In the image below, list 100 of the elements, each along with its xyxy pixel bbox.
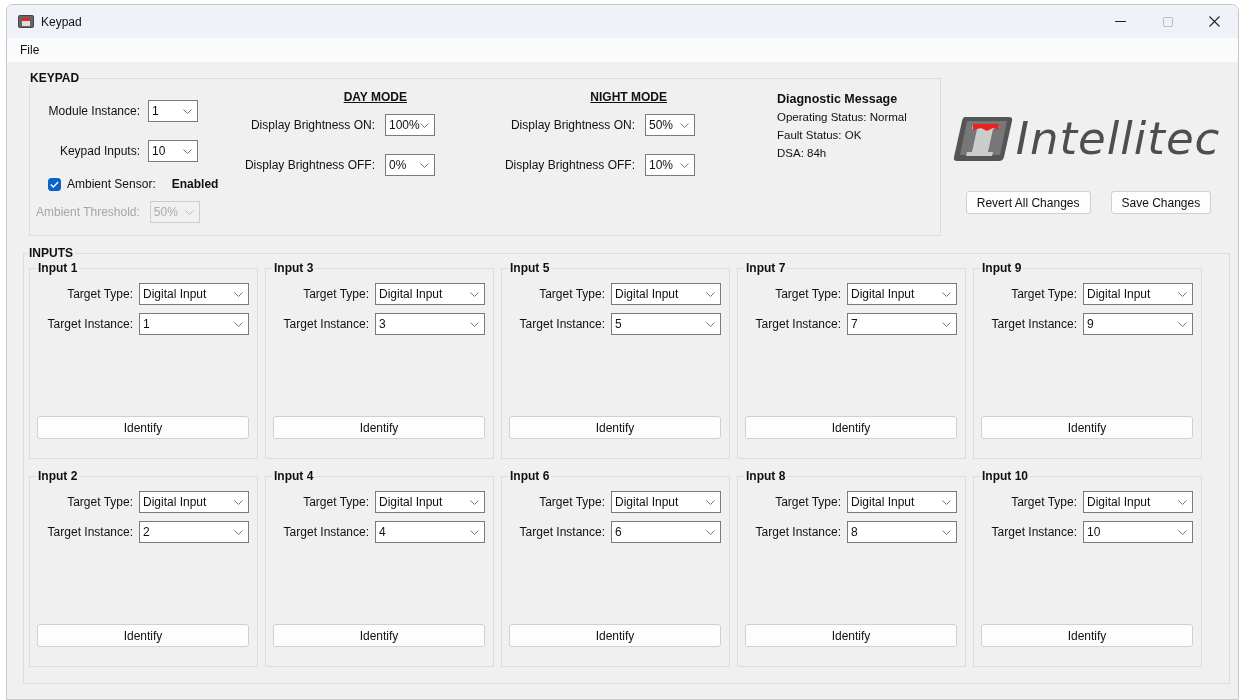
caret-icon xyxy=(470,291,479,297)
identify-button[interactable]: Identify xyxy=(273,416,485,439)
field-label: Target Instance: xyxy=(283,525,369,539)
caret-icon xyxy=(420,122,429,128)
caret-icon xyxy=(1178,529,1187,535)
field-label: Target Instance: xyxy=(283,317,369,331)
group-title: Input 10 xyxy=(981,469,1029,483)
dropdown[interactable]: 5 xyxy=(611,313,721,335)
dropdown[interactable]: Digital Input xyxy=(1083,491,1193,513)
logo-icon xyxy=(952,114,1013,163)
caret-icon xyxy=(942,499,951,505)
identify-button[interactable]: Identify xyxy=(981,416,1193,439)
caret-icon xyxy=(234,499,243,505)
field-label: Target Type: xyxy=(539,495,605,509)
field-label: Module Instance: xyxy=(48,104,140,118)
minimize-icon xyxy=(1115,21,1126,22)
field-label: Keypad Inputs: xyxy=(59,144,140,158)
dropdown[interactable]: 9 xyxy=(1083,313,1193,335)
caret-icon xyxy=(706,321,715,327)
field-label: Target Instance: xyxy=(519,525,605,539)
dropdown[interactable]: Digital Input xyxy=(611,283,721,305)
app-icon xyxy=(18,15,34,28)
field-label: Target Instance: xyxy=(47,525,133,539)
dropdown[interactable]: 10 xyxy=(1083,521,1193,543)
dropdown[interactable]: 1 xyxy=(139,313,249,335)
checkbox-label: Ambient Sensor: xyxy=(67,177,156,191)
status-text: DSA: 84h xyxy=(777,146,828,161)
group-title: Input 1 xyxy=(37,261,79,275)
group-title: KEYPAD xyxy=(29,71,81,85)
dropdown[interactable]: 8 xyxy=(847,521,957,543)
identify-button[interactable]: Identify xyxy=(981,624,1193,647)
dropdown[interactable]: 1 xyxy=(148,100,198,122)
field-label: Display Brightness ON: xyxy=(510,118,635,132)
button[interactable]: Save Changes xyxy=(1110,191,1212,214)
dropdown[interactable]: Digital Input xyxy=(375,491,485,513)
dropdown[interactable]: 10 xyxy=(148,140,198,162)
group-title: Input 9 xyxy=(981,261,1023,275)
caret-icon xyxy=(470,529,479,535)
checkbox[interactable] xyxy=(48,177,61,191)
caret-icon xyxy=(470,499,479,505)
dropdown[interactable]: Digital Input xyxy=(1083,283,1193,305)
dropdown[interactable]: 3 xyxy=(375,313,485,335)
field-label: Target Instance: xyxy=(47,317,133,331)
field-label: Target Instance: xyxy=(991,317,1077,331)
menu-item[interactable]: File xyxy=(14,43,46,57)
dropdown[interactable]: 10% xyxy=(645,154,695,176)
caret-icon xyxy=(942,291,951,297)
caret-icon xyxy=(942,529,951,535)
dropdown[interactable]: Digital Input xyxy=(847,491,957,513)
field-label: Target Type: xyxy=(303,287,369,301)
caret-icon xyxy=(680,162,689,168)
field-label: Target Type: xyxy=(67,287,133,301)
dropdown[interactable]: 2 xyxy=(139,521,249,543)
status-text: Operating Status: Normal xyxy=(777,110,907,125)
field-label: Target Type: xyxy=(1011,287,1077,301)
dropdown[interactable]: Digital Input xyxy=(139,283,249,305)
field-label: Display Brightness ON: xyxy=(250,118,375,132)
field-label: Display Brightness OFF: xyxy=(504,158,635,172)
dropdown[interactable]: 0% xyxy=(385,154,435,176)
field-label: Display Brightness OFF: xyxy=(244,158,375,172)
group-title: Input 4 xyxy=(273,469,315,483)
button[interactable]: Revert All Changes xyxy=(965,191,1091,214)
field-label: Target Instance: xyxy=(519,317,605,331)
dropdown[interactable]: 100% xyxy=(385,114,435,136)
caret-icon xyxy=(1178,321,1187,327)
dropdown[interactable]: Digital Input xyxy=(375,283,485,305)
dropdown[interactable]: Digital Input xyxy=(611,491,721,513)
caret-icon xyxy=(183,148,192,154)
dropdown[interactable]: 6 xyxy=(611,521,721,543)
status-text: Enabled xyxy=(171,177,219,191)
group-title: INPUTS xyxy=(28,246,74,260)
caret-icon xyxy=(706,499,715,505)
field-label: Ambient Threshold: xyxy=(36,205,140,219)
dropdown[interactable]: 7 xyxy=(847,313,957,335)
field-label: Target Instance: xyxy=(991,525,1077,539)
caret-icon xyxy=(1178,291,1187,297)
caret-icon xyxy=(706,291,715,297)
group-title: Input 8 xyxy=(745,469,787,483)
dropdown[interactable]: Digital Input xyxy=(139,491,249,513)
status-text: Fault Status: OK xyxy=(777,128,863,143)
caret-icon xyxy=(680,122,689,128)
caret-icon xyxy=(184,209,194,215)
group-title: Input 5 xyxy=(509,261,551,275)
group-title: Input 3 xyxy=(273,261,315,275)
dropdown[interactable]: 4 xyxy=(375,521,485,543)
section-heading: NIGHT MODE xyxy=(590,90,667,104)
identify-button[interactable]: Identify xyxy=(509,416,721,439)
caret-icon xyxy=(234,291,243,297)
dropdown[interactable]: Digital Input xyxy=(847,283,957,305)
group-title: Input 2 xyxy=(37,469,79,483)
identify-button[interactable]: Identify xyxy=(745,416,957,439)
dropdown[interactable]: 50% xyxy=(645,114,695,136)
identify-button[interactable]: Identify xyxy=(273,624,485,647)
identify-button[interactable]: Identify xyxy=(37,624,249,647)
section-heading: DAY MODE xyxy=(343,90,407,104)
identify-button[interactable]: Identify xyxy=(37,416,249,439)
identify-button[interactable]: Identify xyxy=(509,624,721,647)
checkmark-icon xyxy=(50,180,59,188)
field-label: Target Instance: xyxy=(755,525,841,539)
identify-button[interactable]: Identify xyxy=(745,624,957,647)
